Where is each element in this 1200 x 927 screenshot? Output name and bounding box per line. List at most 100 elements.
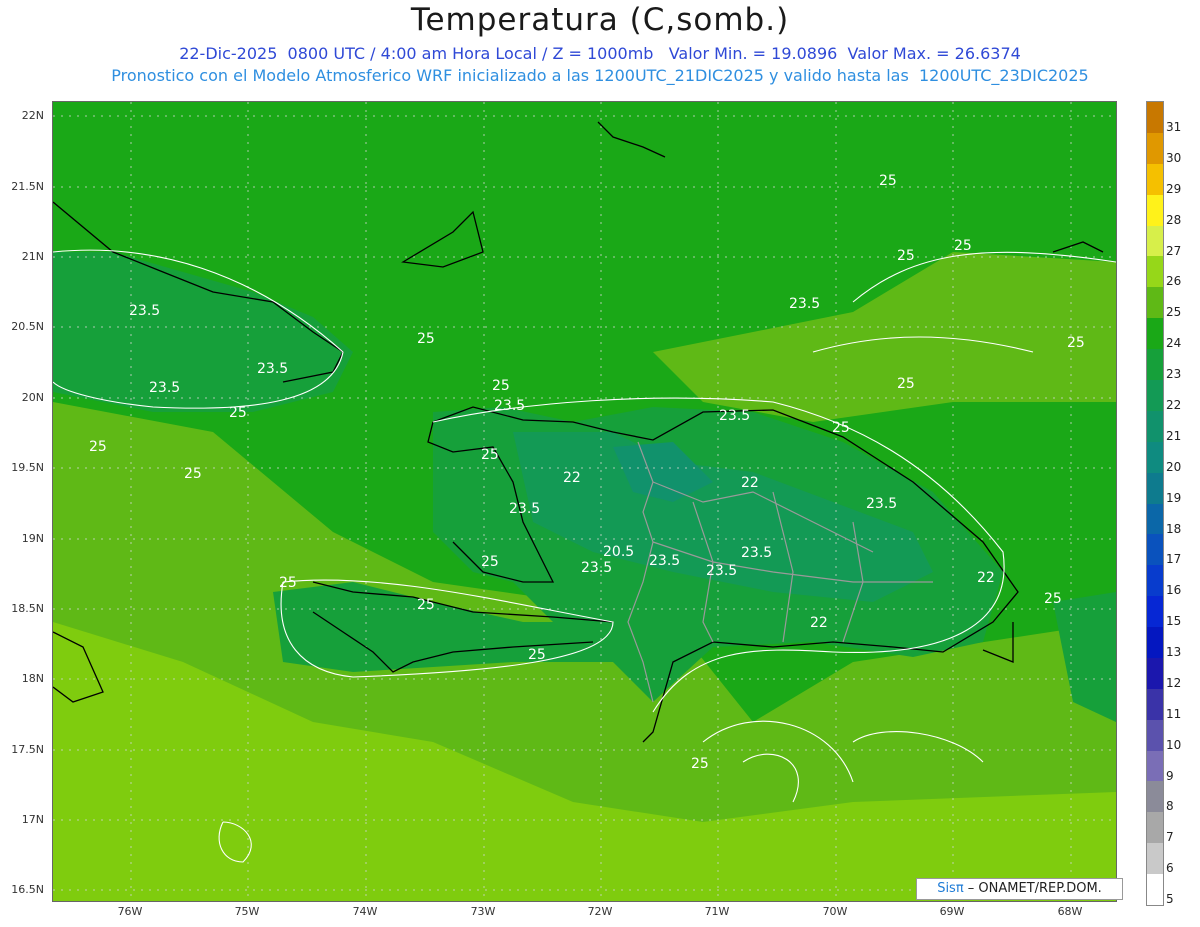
sis-logo-text: Sisπ: [937, 881, 964, 896]
colorbar-segment: [1147, 627, 1163, 659]
contour-label: 25: [1044, 591, 1062, 607]
colorbar-label: 31: [1166, 120, 1182, 134]
lat-tick: 17.5N: [11, 743, 44, 756]
colorbar-label: 22: [1166, 397, 1182, 412]
colorbar-segment: [1147, 534, 1163, 566]
colorbar-label: 28: [1166, 212, 1182, 227]
contour-label: 20.5: [603, 544, 635, 560]
credit-text: – ONAMET/REP.DOM.: [963, 881, 1102, 896]
contour-label: 25: [481, 554, 499, 570]
colorbar-segment: [1147, 132, 1163, 165]
colorbar-label: 6: [1166, 861, 1174, 876]
colorbar-label: 11: [1166, 706, 1182, 721]
lon-tick: 73W: [470, 905, 496, 918]
contour-label: 25: [481, 447, 499, 463]
lon-tick: 76W: [117, 905, 143, 918]
colorbar-label: 5: [1166, 892, 1174, 907]
colorbar-label: 23: [1166, 367, 1182, 382]
contour-label: 22: [977, 570, 995, 586]
contour-label: 25: [897, 376, 915, 392]
lat-tick: 17N: [21, 813, 44, 826]
colorbar-label: 17: [1166, 552, 1182, 567]
contour-label: 25: [879, 173, 897, 189]
contour-label: 25: [691, 756, 709, 772]
contour-label: 25: [417, 331, 435, 347]
map-shading: [53, 102, 1116, 901]
contour-label: 22: [741, 475, 759, 491]
colorbar: [1146, 101, 1164, 906]
lon-tick: 72W: [587, 905, 613, 918]
colorbar-label: 21: [1166, 428, 1182, 443]
colorbar-label: 7: [1166, 830, 1174, 845]
lat-tick: 19.5N: [11, 461, 44, 474]
contour-label: 25: [279, 575, 297, 591]
contour-label: 23.5: [706, 563, 738, 579]
lat-tick: 22N: [21, 109, 44, 122]
lon-tick: 70W: [822, 905, 848, 918]
colorbar-segment: [1147, 843, 1163, 875]
contour-label: 23.5: [649, 553, 681, 569]
colorbar-label: 13: [1166, 645, 1182, 660]
colorbar-segment: [1147, 287, 1163, 319]
colorbar-segment: [1147, 102, 1163, 134]
colorbar-segment: [1147, 503, 1163, 535]
contour-label: 25: [89, 439, 107, 455]
contour-label: 23.5: [494, 398, 526, 414]
colorbar-segment: [1147, 565, 1163, 597]
colorbar-segment: [1147, 441, 1163, 474]
contour-label: 23.5: [789, 296, 821, 312]
colorbar-segment: [1147, 379, 1163, 412]
colorbar-label: 12: [1166, 675, 1182, 690]
lat-tick: 18N: [21, 672, 44, 685]
lat-tick: 19N: [21, 532, 44, 545]
colorbar-segment: [1147, 194, 1163, 227]
colorbar-label: 26: [1166, 274, 1182, 289]
contour-label: 23.5: [741, 545, 773, 561]
contour-label: 25: [184, 466, 202, 482]
colorbar-segment: [1147, 874, 1163, 906]
colorbar-label: 10: [1166, 737, 1182, 752]
colorbar-segment: [1147, 318, 1163, 350]
subtitle-date-stats: 22-Dic-2025 0800 UTC / 4:00 am Hora Loca…: [179, 44, 1021, 63]
contour-label: 23.5: [129, 303, 161, 319]
colorbar-segment: [1147, 750, 1163, 782]
lon-tick: 68W: [1057, 905, 1083, 918]
chart-title: Temperatura (C,somb.): [410, 2, 790, 38]
colorbar-label: 18: [1166, 521, 1182, 536]
contour-label: 23.5: [509, 501, 541, 517]
colorbar-segment: [1147, 225, 1163, 257]
colorbar-label: 25: [1166, 305, 1182, 320]
colorbar-segment: [1147, 163, 1163, 196]
colorbar-label: 15: [1166, 614, 1182, 629]
colorbar-segment: [1147, 596, 1163, 628]
lon-tick: 69W: [939, 905, 965, 918]
contour-label: 23.5: [719, 408, 751, 424]
colorbar-label: 20: [1166, 459, 1182, 474]
contour-label: 25: [528, 647, 546, 663]
contour-label: 23.5: [581, 560, 613, 576]
lon-tick: 71W: [704, 905, 730, 918]
lat-tick: 16.5N: [11, 883, 44, 896]
temperature-map[interactable]: 25 25 25 25 25 25 25 25 25 25 25 25 25 2…: [52, 101, 1117, 902]
lon-tick: 75W: [234, 905, 260, 918]
contour-label: 25: [492, 378, 510, 394]
contour-label: 22: [563, 470, 581, 486]
lat-tick: 21.5N: [11, 180, 44, 193]
colorbar-label: 9: [1166, 768, 1174, 783]
colorbar-segment: [1147, 688, 1163, 721]
lat-tick: 20.5N: [11, 320, 44, 333]
colorbar-segment: [1147, 719, 1163, 752]
contour-label: 23.5: [149, 380, 181, 396]
colorbar-segment: [1147, 256, 1163, 288]
colorbar-label: 29: [1166, 181, 1182, 196]
colorbar-segment: [1147, 812, 1163, 844]
colorbar-segment: [1147, 657, 1163, 690]
contour-label: 22: [810, 615, 828, 631]
lat-tick: 21N: [21, 250, 44, 263]
colorbar-segment: [1147, 472, 1163, 504]
credit-box: Sisπ – ONAMET/REP.DOM.: [916, 878, 1123, 900]
colorbar-label: 19: [1166, 490, 1182, 505]
contour-label: 25: [417, 597, 435, 613]
contour-label: 25: [1067, 335, 1085, 351]
colorbar-segment: [1147, 781, 1163, 813]
